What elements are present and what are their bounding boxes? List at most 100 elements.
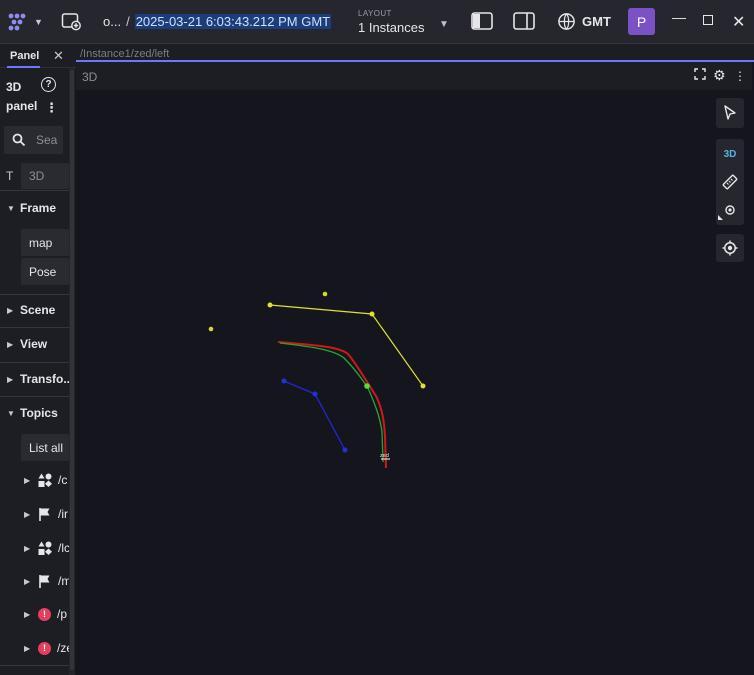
topic-item[interactable]: ▶ /lc [24,541,69,555]
toggle-right-sidebar-button[interactable] [513,12,535,30]
gear-icon[interactable]: ⚙ [713,67,726,84]
shapes-icon [38,541,52,555]
point-icon [725,205,735,215]
select-tool-button[interactable] [716,98,744,128]
topic-label: /c [58,473,68,487]
caret-right-icon: ▶ [7,374,14,384]
red-trajectory [277,341,387,469]
globe-icon [558,13,575,30]
yellow-marker [322,291,328,297]
data-source-name[interactable]: o... [103,14,121,29]
section-view[interactable]: ▶ View [7,337,47,351]
panel-title-line2: panel [6,99,38,113]
error-icon: ! [38,607,51,621]
timezone-label: GMT [582,14,611,29]
dropdown-corner-icon [718,215,723,220]
section-divider [0,396,69,397]
maximize-icon [703,15,713,25]
section-topics[interactable]: ▼ Topics [7,406,58,420]
section-divider [0,190,69,191]
toggle-left-sidebar-button[interactable] [471,12,493,30]
section-frame-label: Frame [20,201,57,215]
close-window-button[interactable]: ✕ [732,12,745,32]
minimize-window-button[interactable]: — [672,9,686,25]
layout-caption: LAYOUT [358,9,392,18]
section-frame[interactable]: ▼ Frame [7,201,56,215]
topic-label: /p [57,607,68,621]
caret-right-icon: ▶ [24,643,31,653]
panel-toolbar: 3D ⚙ ⋮ [76,62,752,90]
topic-label: /ze [57,641,69,655]
caret-right-icon: ▶ [24,543,31,553]
yellow-trajectory [269,304,424,387]
topic-item[interactable]: ▶ ! /p [24,607,67,621]
caret-down-icon: ▼ [7,408,15,418]
sidebar-scrollbar-thumb[interactable] [70,70,74,670]
topic-item[interactable]: ▶ /ir [24,507,68,521]
tab-panel[interactable]: Panel ✕ [0,44,72,68]
recenter-camera-button[interactable] [716,234,744,262]
topic-item[interactable]: ▶ /c [24,473,67,487]
flag-icon [39,575,50,588]
topic-item[interactable]: ▶ /m [24,574,69,588]
section-scene[interactable]: ▶ Scene [7,303,55,317]
more-options-icon[interactable]: ⋮ [734,69,746,83]
app-top-bar: ▼ o... / 2025-03-21 6:03:43.212 PM GMT L… [0,0,754,44]
close-icon: ✕ [732,14,746,31]
topic-item[interactable]: ▶ ! /ze [24,641,69,655]
settings-search-field[interactable]: Sea [4,126,63,154]
topic-breadcrumb: /Instance1/zed/left [80,48,170,60]
3d-viewport[interactable]: zed 3D [76,90,752,675]
3d-panel: 3D ⚙ ⋮ zed 3D [76,60,754,675]
blue-marker [312,391,318,397]
ruler-icon [722,174,738,190]
panel-title-input[interactable]: 3D [21,163,69,189]
yellow-marker [420,383,426,389]
title-field-label: T [6,169,14,183]
measure-tool-button[interactable] [716,169,744,195]
blue-marker [342,447,348,453]
caret-right-icon: ▶ [7,305,14,315]
layout-name: 1 Instances [358,20,425,35]
3d-mode-button[interactable]: 3D [716,141,744,167]
green-trajectory [279,342,384,463]
topics-filter-select[interactable]: List all [21,434,69,461]
crosshair-icon [722,240,738,256]
caret-down-icon: ▼ [7,203,15,213]
user-avatar[interactable]: P [628,8,655,35]
section-divider [0,665,69,666]
3d-scene[interactable]: zed [76,90,752,675]
minimize-icon: — [672,9,686,25]
section-transforms-label: Transfo... [20,372,69,386]
display-frame-select[interactable]: map [21,229,69,256]
add-panel-button[interactable] [61,11,81,31]
close-icon[interactable]: ✕ [53,48,64,64]
search-icon [12,133,26,147]
section-divider [0,327,69,328]
more-options-icon[interactable]: ⋮ [45,101,58,114]
follow-mode-select[interactable]: Pose [21,258,69,285]
panel-title: 3D [82,70,98,84]
search-placeholder: Sea [36,133,58,147]
chevron-down-icon: ▼ [34,17,43,27]
error-icon: ! [38,641,51,655]
green-marker [364,383,370,389]
flag-icon [39,508,50,521]
timezone-selector[interactable]: GMT [557,12,611,31]
section-transforms[interactable]: ▶ Transfo... [7,372,69,386]
fullscreen-icon[interactable] [694,68,706,83]
layout-selector[interactable]: LAYOUT 1 Instances ▼ [355,8,455,38]
help-icon[interactable]: ? [41,77,56,92]
app-menu-button[interactable]: ▼ [6,10,43,34]
data-source-breadcrumb[interactable]: o... / 2025-03-21 6:03:43.212 PM GMT [103,14,332,29]
caret-right-icon: ▶ [24,509,31,519]
breadcrumb-separator: / [126,14,130,29]
current-timestamp[interactable]: 2025-03-21 6:03:43.212 PM GMT [134,14,332,29]
view-tools: 3D [716,139,744,225]
caret-right-icon: ▶ [24,576,31,586]
caret-right-icon: ▶ [24,609,31,619]
maximize-window-button[interactable] [703,15,713,25]
recenter-tools [716,234,744,262]
section-divider [0,294,69,295]
section-topics-label: Topics [20,406,58,420]
